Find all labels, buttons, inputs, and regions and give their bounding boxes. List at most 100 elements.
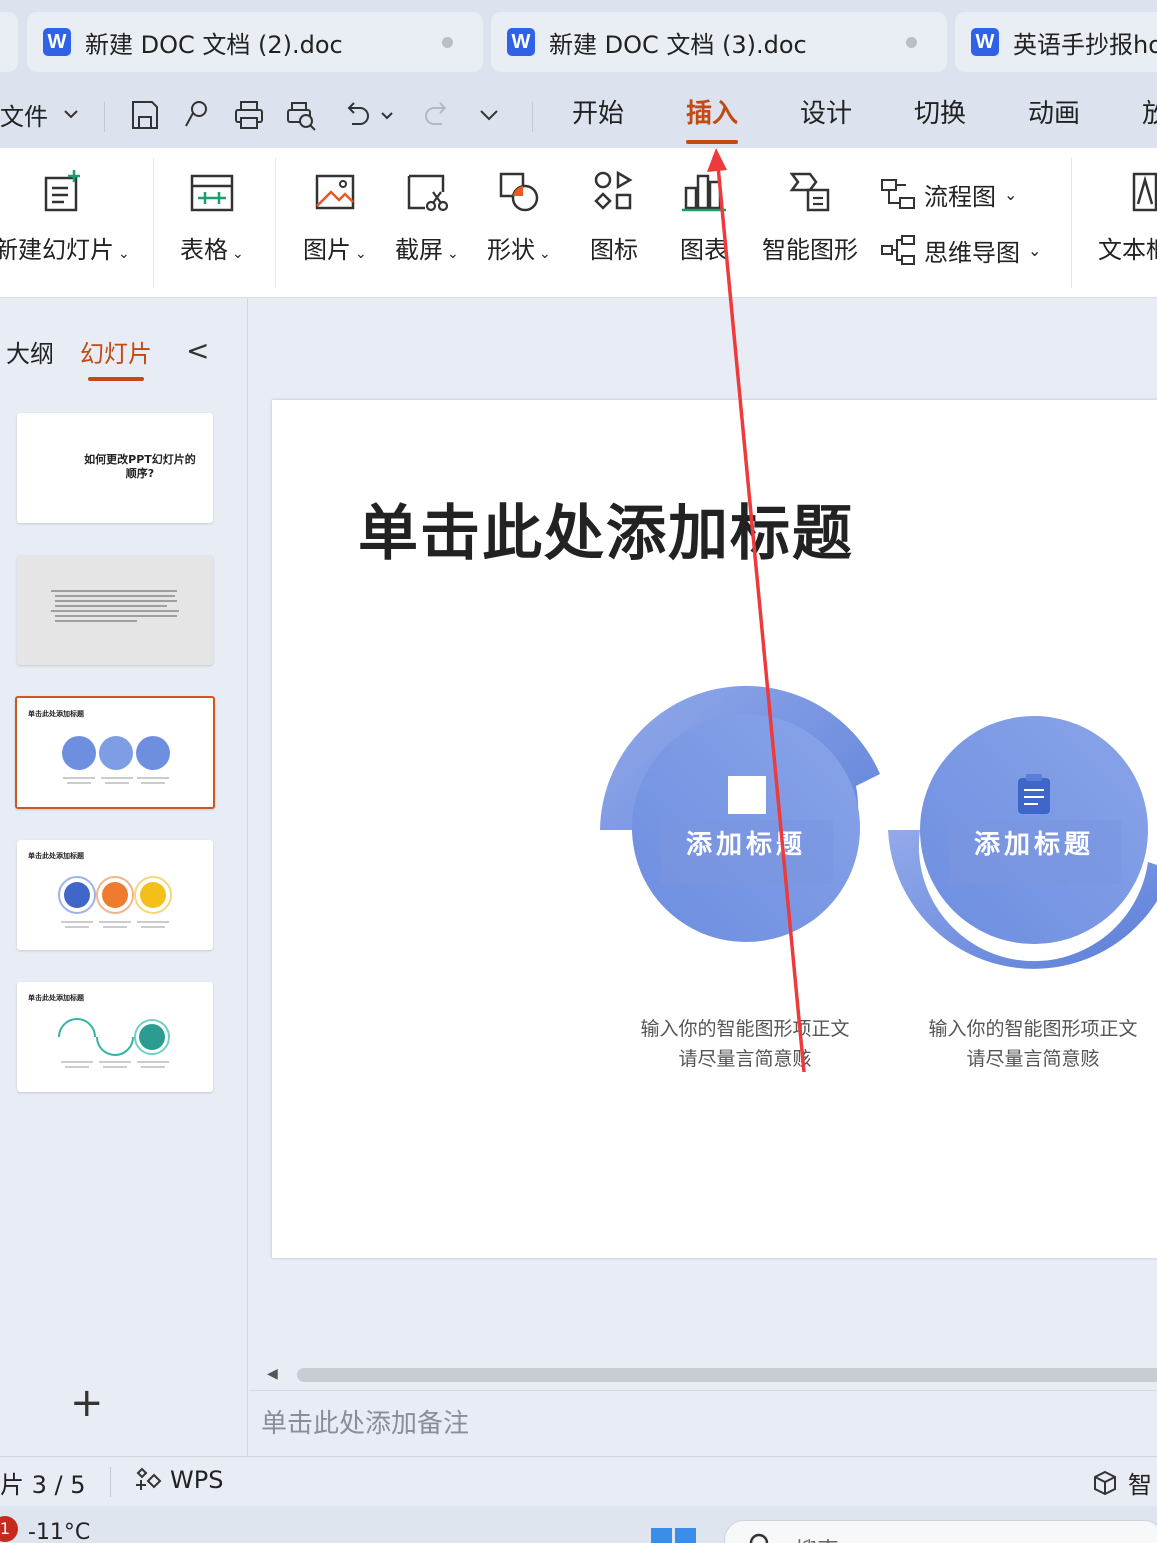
taskbar-search[interactable]: 搜索 xyxy=(724,1520,1157,1543)
mindmap-label: 思维导图 xyxy=(924,238,1020,267)
flowchart-button[interactable]: 流程图 ⌄ xyxy=(880,176,1017,212)
scroll-thumb[interactable] xyxy=(297,1368,1157,1382)
ribbon-divider xyxy=(275,158,276,288)
slides-panel: 大纲 幻灯片 < 如何更改PPT幻灯片的顺序? 单击此处添加标题 单击此处添加标… xyxy=(0,298,248,1456)
tab-partial-left[interactable] xyxy=(0,12,18,72)
table-icon xyxy=(190,174,234,212)
smart-graphic-label: 智能图形 xyxy=(762,236,858,264)
undo-icon[interactable] xyxy=(340,98,374,132)
item-1-line-1: 输入你的智能图形项正文 xyxy=(640,1018,850,1040)
wps-ai-button[interactable]: WPS xyxy=(132,1465,223,1495)
insert-ribbon: 新建幻灯片 ⌄ 表格 ⌄ 图片 ⌄ 截屏 ⌄ 形状 ⌄ 图标 图表 智能图形 流… xyxy=(0,148,1157,298)
search-placeholder: 搜索 xyxy=(795,1533,839,1543)
add-slide-button[interactable]: + xyxy=(70,1380,104,1426)
toolbar-divider xyxy=(532,102,533,132)
chevron-down-icon: ⌄ xyxy=(539,246,551,262)
table-button[interactable]: 表格 ⌄ xyxy=(180,168,244,265)
ribbon-divider xyxy=(153,158,154,288)
tab-animation[interactable]: 动画 xyxy=(1028,94,1080,134)
screenshot-icon xyxy=(407,174,448,212)
thumbnail-circles xyxy=(58,876,172,928)
tab-slides[interactable]: 幻灯片 xyxy=(80,334,152,381)
slide-thumbnail-5[interactable]: 单击此处添加标题 xyxy=(17,982,213,1092)
mindmap-button[interactable]: 思维导图 ⌄ xyxy=(880,232,1041,268)
tab-doc-2[interactable]: W 新建 DOC 文档 (2).doc xyxy=(27,12,483,72)
weather-widget[interactable]: -11°C xyxy=(28,1520,90,1543)
scroll-left-arrow-icon[interactable]: ◀ xyxy=(267,1366,278,1382)
slide-canvas[interactable]: 单击此处添加标题 添加标题 添加标题 输入你的智能图形项正文 请尽量言简意赅 输… xyxy=(272,400,1157,1258)
tab-home[interactable]: 开始 xyxy=(572,94,624,134)
tab-english-poster[interactable]: W 英语手抄报ho xyxy=(955,12,1157,72)
shape-label: 形状 xyxy=(487,236,535,264)
item-1-text[interactable]: 输入你的智能图形项正文 请尽量言简意赅 xyxy=(628,1014,862,1074)
flowchart-label: 流程图 xyxy=(924,182,996,211)
collapse-panel-icon[interactable]: < xyxy=(186,334,209,367)
tab-transition[interactable]: 切换 xyxy=(914,94,966,134)
circle-2-label[interactable]: 添加标题 xyxy=(974,824,1094,861)
wps-label: WPS xyxy=(170,1466,224,1494)
tab-insert[interactable]: 插入 xyxy=(686,94,739,144)
screenshot-label: 截屏 xyxy=(395,236,443,264)
icon-button[interactable]: 图标 xyxy=(590,168,638,265)
slide-thumbnail-3[interactable]: 单击此处添加标题 xyxy=(15,696,215,809)
table-label: 表格 xyxy=(180,236,228,264)
item-1-line-2: 请尽量言简意赅 xyxy=(678,1048,812,1070)
tab-outline[interactable]: 大纲 xyxy=(6,334,54,369)
redo-icon[interactable] xyxy=(420,98,454,132)
new-slide-button[interactable]: 新建幻灯片 ⌄ xyxy=(0,168,130,265)
textbox-label: 文本框 xyxy=(1098,236,1157,264)
textbox-icon xyxy=(1132,172,1157,212)
item-2-text[interactable]: 输入你的智能图形项正文 请尽量言简意赅 xyxy=(916,1014,1150,1074)
chevron-down-icon: ⌄ xyxy=(447,246,459,262)
slide-thumbnail-4[interactable]: 单击此处添加标题 xyxy=(17,840,213,950)
os-taskbar: 1 -11°C 搜索 xyxy=(0,1506,1157,1543)
screenshot-button[interactable]: 截屏 ⌄ xyxy=(395,168,459,265)
picture-label: 图片 xyxy=(303,236,351,264)
tab-close-dot[interactable] xyxy=(906,37,917,48)
chevron-down-icon xyxy=(64,110,78,119)
icon-label: 图标 xyxy=(590,236,638,264)
undo-dropdown-icon[interactable] xyxy=(376,98,398,132)
search-icon xyxy=(749,1533,769,1543)
shape-button[interactable]: 形状 ⌄ xyxy=(487,168,551,265)
thumbnail-circles xyxy=(62,736,170,784)
slide-counter: 片 3 / 5 xyxy=(0,1471,86,1499)
notes-placeholder: 单击此处添加备注 xyxy=(261,1409,470,1439)
notification-badge: 1 xyxy=(0,1516,18,1542)
print-icon[interactable] xyxy=(232,98,266,132)
slide-thumbnail-1[interactable]: 如何更改PPT幻灯片的顺序? xyxy=(17,413,213,523)
horizontal-scrollbar[interactable]: ◀ xyxy=(249,1362,1157,1390)
tab-doc-3[interactable]: W 新建 DOC 文档 (3).doc xyxy=(491,12,947,72)
document-tab-bar: W 新建 DOC 文档 (2).doc W 新建 DOC 文档 (3).doc … xyxy=(0,0,1157,80)
tab-design[interactable]: 设计 xyxy=(800,94,852,134)
shape-icon xyxy=(499,172,539,212)
tab-slideshow[interactable]: 放 xyxy=(1142,94,1157,134)
picture-button[interactable]: 图片 ⌄ xyxy=(303,168,367,265)
chevron-down-icon: ⌄ xyxy=(1028,240,1042,260)
smart-assistant-button[interactable]: 智 xyxy=(1092,1465,1152,1500)
notes-pane[interactable]: 单击此处添加备注 xyxy=(249,1390,1157,1456)
menu-toolbar: 文件 开始 插入 设计 切换 动画 放 xyxy=(0,80,1157,148)
chart-button[interactable]: 图表 xyxy=(680,168,728,265)
chevron-down-icon: ⌄ xyxy=(1004,184,1018,204)
wps-ai-icon xyxy=(136,1467,162,1490)
mindmap-icon xyxy=(881,235,915,265)
clipboard-icon xyxy=(1018,774,1050,814)
windows-start-icon[interactable] xyxy=(651,1528,697,1543)
wps-writer-icon: W xyxy=(43,28,71,56)
tab-close-dot[interactable] xyxy=(442,37,453,48)
slide-thumbnail-2[interactable] xyxy=(17,555,213,665)
more-chevron-icon[interactable] xyxy=(472,98,506,132)
item-2-line-1: 输入你的智能图形项正文 xyxy=(928,1018,1138,1040)
flowchart-icon xyxy=(881,179,915,209)
smart-assistant-label: 智 xyxy=(1128,1471,1152,1499)
save-icon[interactable] xyxy=(128,98,162,132)
smart-graphic-button[interactable]: 智能图形 xyxy=(762,168,858,265)
file-menu[interactable]: 文件 xyxy=(0,94,80,134)
chart-icon xyxy=(682,174,726,212)
circle-1-label[interactable]: 添加标题 xyxy=(686,824,806,861)
format-painter-icon[interactable] xyxy=(180,98,214,132)
textbox-button[interactable]: 文本框 xyxy=(1098,168,1157,265)
status-divider xyxy=(110,1467,111,1497)
print-preview-icon[interactable] xyxy=(284,98,318,132)
